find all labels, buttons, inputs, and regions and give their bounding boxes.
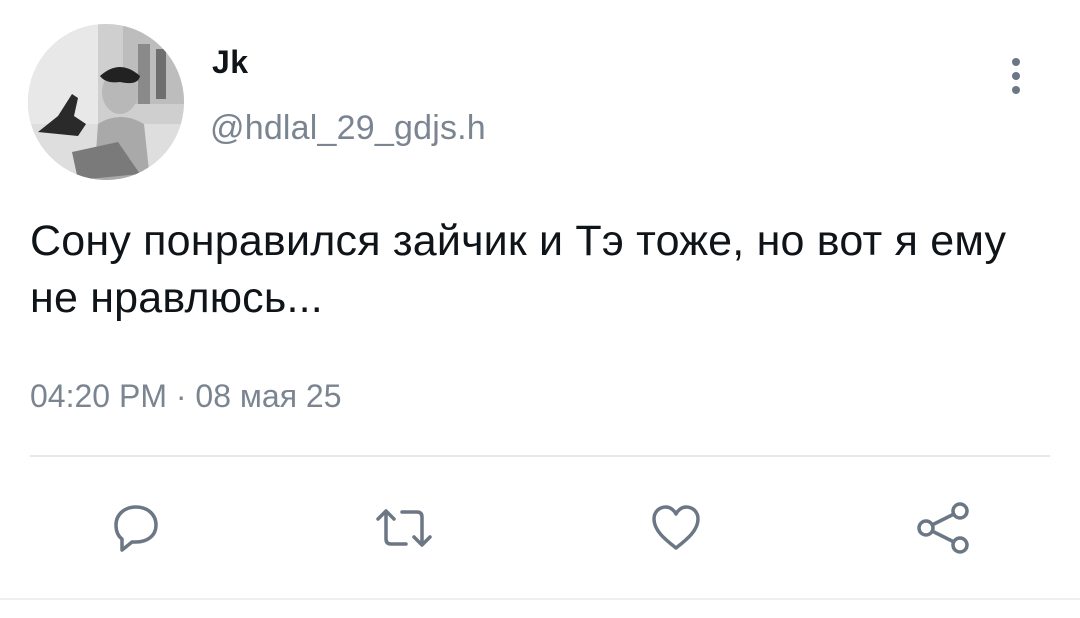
tweet-card: Jk @hdlal_29_gdjs.h Сону понравился зайч… [0,0,1080,618]
divider [0,598,1080,600]
more-vertical-icon [1012,58,1020,94]
author-display-name[interactable]: Jk [212,42,249,82]
avatar[interactable] [28,24,184,180]
avatar-photo [28,24,184,180]
share-icon [917,502,969,554]
heart-icon [652,505,700,550]
reply-button[interactable] [104,498,168,558]
tweet-timestamp: 04:20 PM · 08 мая 25 [30,378,342,414]
retweet-icon [376,509,432,547]
divider [30,455,1050,457]
like-button[interactable] [644,498,708,558]
reply-icon [114,505,158,552]
tweet-text: Сону понравился зайчик и Тэ тоже, но вот… [30,217,1007,322]
more-options-button[interactable] [996,52,1036,100]
retweet-button[interactable] [372,498,436,558]
author-handle[interactable]: @hdlal_29_gdjs.h [210,108,486,148]
share-button[interactable] [912,498,976,558]
